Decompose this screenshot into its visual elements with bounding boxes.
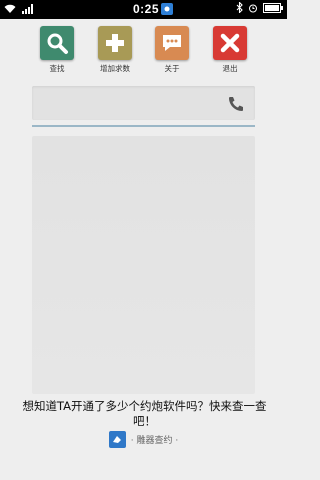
footer: · 雕器查约 ·: [0, 429, 287, 449]
toolbar: 查找 增加求数 关于 退出: [0, 26, 287, 74]
wifi-icon: [4, 3, 16, 17]
app-logo-icon: [108, 430, 126, 448]
search-icon: [40, 26, 74, 60]
notification-icon: [161, 3, 173, 15]
add-count-label: 增加求数: [100, 64, 130, 73]
message-icon: [155, 26, 189, 60]
signal-icon: [22, 3, 34, 17]
alarm-icon: [248, 2, 258, 16]
search-box: [32, 86, 255, 120]
phone-number-input[interactable]: [32, 86, 220, 120]
battery-icon: [263, 2, 283, 16]
about-button[interactable]: 关于: [144, 26, 200, 74]
promo-text: 想知道TA开通了多少个约炮软件吗？快来查一查吧！: [22, 399, 267, 428]
find-button[interactable]: 查找: [29, 26, 85, 74]
bluetooth-icon: [236, 1, 243, 16]
find-label: 查找: [49, 64, 65, 73]
close-icon: [213, 26, 247, 60]
input-divider: [32, 125, 255, 127]
plus-icon: [98, 26, 132, 60]
exit-label: 退出: [222, 64, 238, 73]
status-bar: 0:25: [0, 0, 287, 19]
exit-button[interactable]: 退出: [202, 26, 258, 74]
result-panel: [32, 136, 255, 394]
about-label: 关于: [164, 64, 180, 73]
phone-icon[interactable]: [226, 94, 246, 114]
status-time: 0:25: [133, 2, 160, 16]
add-count-button[interactable]: 增加求数: [87, 26, 143, 74]
footer-text: · 雕器查约 ·: [130, 435, 179, 446]
